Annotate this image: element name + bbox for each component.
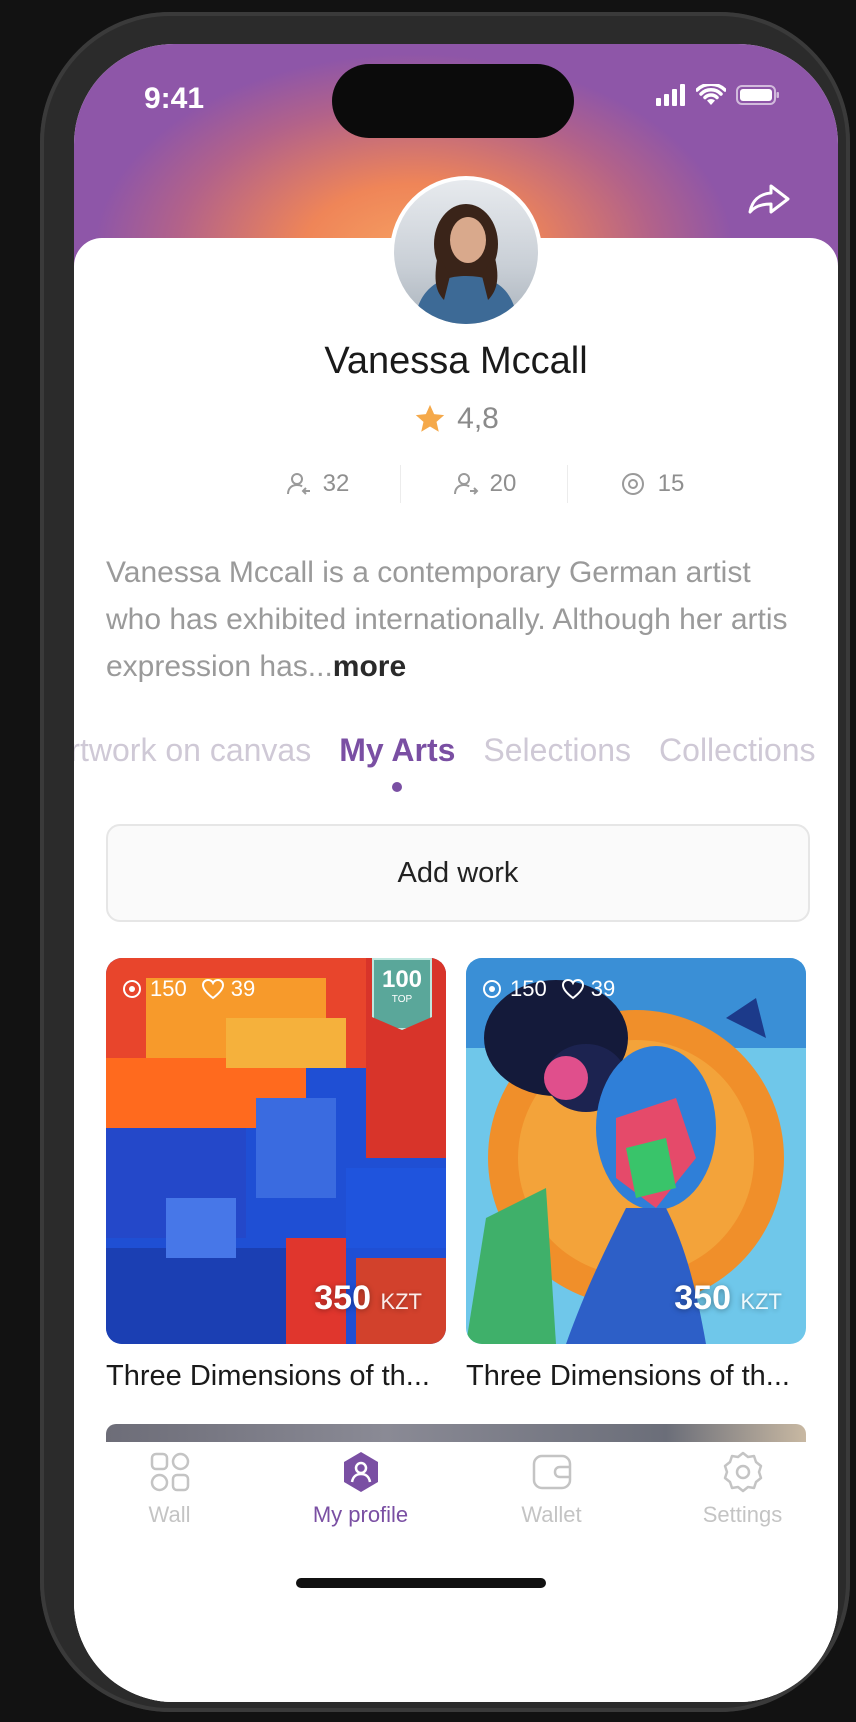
profile-bio: Vanessa Mccall is a contemporary German …: [106, 549, 806, 690]
tabbar-label-wallet: Wallet: [521, 1502, 582, 1527]
bio-more-link[interactable]: more: [333, 650, 406, 683]
tabbar-item-wallet[interactable]: Wallet: [456, 1450, 647, 1528]
price-amount: 350: [674, 1279, 731, 1317]
artwork-stats: 150 39: [480, 976, 615, 1002]
add-work-button[interactable]: Add work: [106, 824, 810, 922]
tab-my-arts-label: My Arts: [339, 732, 456, 768]
status-time: 9:41: [144, 82, 205, 115]
followers-icon: [286, 473, 310, 495]
eye-icon: [483, 980, 501, 998]
profile-name: Vanessa Mccall: [324, 340, 588, 382]
followers-stat[interactable]: 32: [234, 470, 400, 498]
rating-value: 4,8: [457, 402, 499, 435]
profile-tabs: Artwork on canvas My Arts Selections Col…: [74, 732, 838, 792]
tabbar-label-my-profile: My profile: [312, 1502, 409, 1527]
artwork-views: 150: [480, 976, 547, 1002]
heart-icon[interactable]: [561, 978, 585, 1000]
badge-label: TOP: [391, 994, 413, 1005]
price-currency: KZT: [740, 1289, 782, 1314]
status-icons: [656, 84, 780, 106]
artwork-likes: 39: [561, 976, 615, 1002]
top-100-badge: 100 TOP: [372, 958, 432, 1030]
tabbar-item-my-profile[interactable]: My profile: [265, 1450, 456, 1528]
battery-icon: [736, 85, 779, 105]
following-count: 20: [489, 470, 517, 497]
views-stat: 15: [568, 470, 734, 498]
cellular-signal-icon: [656, 84, 685, 106]
tabbar-label-settings: Settings: [702, 1502, 783, 1527]
badge-number: 100: [381, 966, 423, 993]
screen: 9:41 Vanessa Mccall 4,8 32 20 15 Vanessa…: [74, 44, 838, 1702]
gear-icon: [723, 1451, 762, 1493]
wallet-icon: [532, 1454, 571, 1490]
tab-collections[interactable]: Collections: [659, 732, 816, 769]
followers-count: 32: [322, 470, 350, 497]
dynamic-island: [332, 64, 574, 138]
artwork-views-count: 150: [510, 976, 547, 1001]
artwork-likes-count: 39: [230, 976, 256, 1001]
following-icon: [453, 473, 479, 495]
home-indicator[interactable]: [296, 1578, 546, 1588]
tabbar-item-wall[interactable]: Wall: [74, 1450, 265, 1528]
views-count: 15: [657, 470, 685, 497]
artwork-card[interactable]: 150 39 100 TOP 350 KZT: [106, 958, 446, 1344]
avatar[interactable]: [390, 176, 542, 328]
avatar-portrait-icon: [414, 204, 518, 324]
price-amount: 350: [314, 1279, 371, 1317]
star-icon: [415, 404, 445, 432]
share-icon[interactable]: [742, 172, 796, 226]
artwork-stats: 150 39: [120, 976, 255, 1002]
artwork-likes: 39: [201, 976, 255, 1002]
artwork-title[interactable]: Three Dimensions of th...: [466, 1360, 806, 1393]
artwork-card[interactable]: 150 39 350 KZT: [466, 958, 806, 1344]
status-bar: 9:41: [74, 44, 838, 154]
artwork-likes-count: 39: [590, 976, 616, 1001]
artwork-views-count: 150: [150, 976, 187, 1001]
following-stat[interactable]: 20: [401, 470, 567, 498]
tabbar-label-wall: Wall: [148, 1502, 191, 1527]
tabbar-item-settings[interactable]: Settings: [647, 1450, 838, 1528]
artwork-title[interactable]: Three Dimensions of th...: [106, 1360, 446, 1393]
artwork-views: 150: [120, 976, 187, 1002]
profile-stats: 32 20 15: [234, 462, 734, 506]
grid-icon: [150, 1452, 189, 1492]
price-currency: KZT: [380, 1289, 422, 1314]
bottom-tab-bar: Wall My profile Wallet Settings: [74, 1442, 838, 1702]
tab-my-arts[interactable]: My Arts: [339, 732, 456, 792]
tab-selections[interactable]: Selections: [483, 732, 631, 769]
eye-icon: [123, 980, 141, 998]
eye-icon: [621, 473, 644, 495]
tab-artwork-on-canvas[interactable]: Artwork on canvas: [74, 732, 311, 769]
avatar-photo: [394, 180, 538, 324]
bio-text: Vanessa Mccall is a contemporary German …: [106, 556, 788, 683]
profile-icon: [343, 1452, 378, 1492]
artwork-price: 350 KZT: [674, 1279, 782, 1318]
artwork-price: 350 KZT: [314, 1279, 422, 1318]
rating: 4,8: [74, 402, 838, 436]
wifi-icon: [696, 84, 726, 105]
heart-icon[interactable]: [201, 978, 225, 1000]
